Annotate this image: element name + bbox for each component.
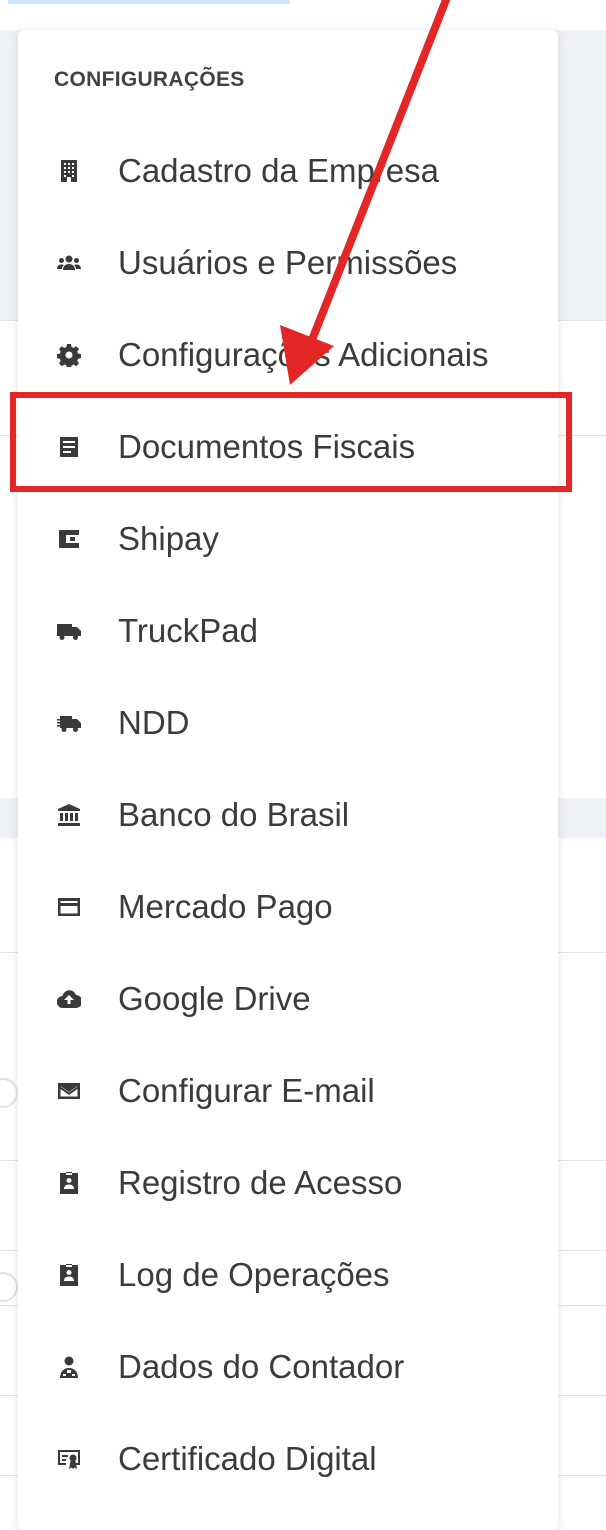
menu-item-label: Shipay: [118, 520, 219, 557]
menu-item-log-operacoes[interactable]: Log de Operações: [18, 1230, 558, 1320]
background-header-bar: [8, 0, 290, 4]
menu-item-label: Log de Operações: [118, 1256, 390, 1293]
menu-item-configuracoes-adicionais[interactable]: Configurações Adicionais: [18, 310, 558, 400]
menu-item-mercado-pago[interactable]: Mercado Pago: [18, 862, 558, 952]
menu-item-label: NDD: [118, 704, 190, 741]
menu-item-shipay[interactable]: Shipay: [18, 494, 558, 584]
menu-item-label: Configurações Adicionais: [118, 336, 489, 373]
menu-item-configurar-email[interactable]: Configurar E-mail: [18, 1046, 558, 1136]
id-badge-icon: [54, 1260, 84, 1290]
truck-icon: [54, 616, 84, 646]
menu-item-cadastro-empresa[interactable]: Cadastro da Empresa: [18, 126, 558, 216]
menu-item-label: Usuários e Permissões: [118, 244, 458, 281]
menu-item-label: Dados do Contador: [118, 1348, 405, 1385]
menu-item-ndd[interactable]: NDD: [18, 678, 558, 768]
credit-card-icon: [54, 892, 84, 922]
menu-item-truckpad[interactable]: TruckPad: [18, 586, 558, 676]
accountant-icon: [54, 1352, 84, 1382]
menu-item-banco-do-brasil[interactable]: Banco do Brasil: [18, 770, 558, 860]
menu-item-label: Cadastro da Empresa: [118, 152, 439, 189]
menu-item-label: Google Drive: [118, 980, 311, 1017]
menu-item-registro-acesso[interactable]: Registro de Acesso: [18, 1138, 558, 1228]
users-icon: [54, 248, 84, 278]
menu-item-label: Certificado Digital: [118, 1440, 377, 1477]
menu-item-dados-contador[interactable]: Dados do Contador: [18, 1322, 558, 1412]
menu-item-label: Mercado Pago: [118, 888, 333, 925]
certificate-icon: [54, 1444, 84, 1474]
menu-item-usuarios-permissoes[interactable]: Usuários e Permissões: [18, 218, 558, 308]
background-radio-icon: [0, 1078, 18, 1108]
menu-item-label: Configurar E-mail: [118, 1072, 375, 1109]
menu-item-label: Banco do Brasil: [118, 796, 350, 833]
settings-dropdown-menu: CONFIGURAÇÕES Cadastro da Empresa Usuári…: [18, 30, 558, 1530]
envelope-icon: [54, 1076, 84, 1106]
fast-truck-icon: [54, 708, 84, 738]
menu-item-label: TruckPad: [118, 612, 258, 649]
menu-item-google-drive[interactable]: Google Drive: [18, 954, 558, 1044]
cloud-upload-icon: [54, 984, 84, 1014]
id-badge-icon: [54, 1168, 84, 1198]
annotation-highlight-box: [10, 392, 572, 492]
background-radio-icon: [0, 1272, 18, 1302]
wallet-icon: [54, 524, 84, 554]
menu-section-header: CONFIGURAÇÕES: [54, 68, 245, 91]
menu-item-certificado-digital[interactable]: Certificado Digital: [18, 1414, 558, 1504]
menu-item-label: Registro de Acesso: [118, 1164, 403, 1201]
building-icon: [54, 156, 84, 186]
gear-icon: [54, 340, 84, 370]
bank-icon: [54, 800, 84, 830]
